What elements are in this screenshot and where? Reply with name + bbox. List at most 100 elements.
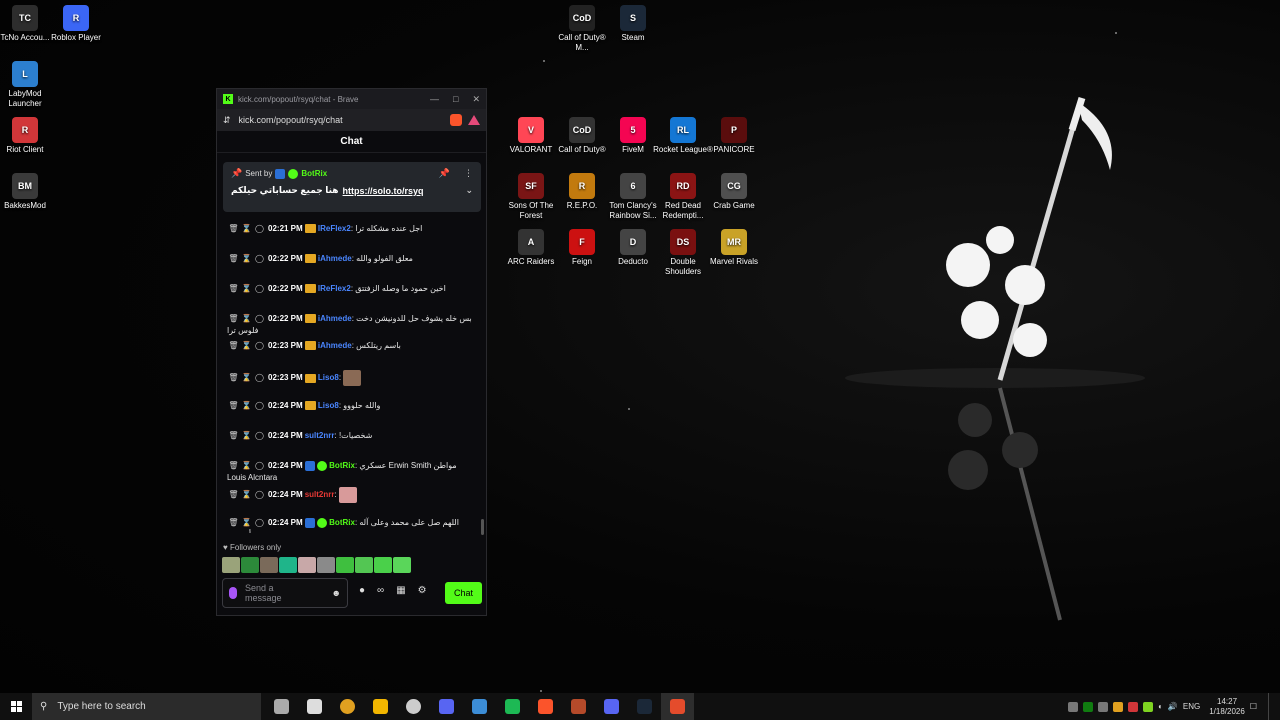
- notifications-icon[interactable]: ☐: [1250, 702, 1257, 711]
- chat-message[interactable]: 🗑 ⌛ ◯ 02:24 PM BotRix: مواطن Erwin Smith عس…: [217, 460, 483, 484]
- trash-icon[interactable]: 🗑: [227, 372, 240, 384]
- timeout-icon[interactable]: ⌛: [240, 223, 253, 235]
- message-username[interactable]: lReFlex2: [318, 284, 351, 293]
- timeout-icon[interactable]: ⌛: [240, 340, 253, 352]
- ban-icon[interactable]: ◯: [253, 253, 266, 265]
- taskbar-app-button[interactable]: [331, 693, 364, 720]
- desktop-icon-marvel-rivals[interactable]: MR Marvel Rivals: [703, 229, 765, 267]
- network-icon[interactable]: ◐: [1158, 702, 1163, 711]
- ban-icon[interactable]: ◯: [253, 517, 266, 529]
- volume-icon[interactable]: 🔊: [1168, 702, 1178, 711]
- ban-icon[interactable]: ◯: [253, 283, 266, 295]
- pinned-username[interactable]: BotRix: [301, 169, 327, 178]
- emote-button[interactable]: [298, 557, 316, 573]
- brave-rewards-icon[interactable]: [468, 115, 480, 125]
- message-username[interactable]: BotRix: [329, 461, 355, 470]
- chat-message[interactable]: 🗑 ⌛ ◯ 02:22 PM iAhmede: معلق الفولو والله: [217, 253, 483, 275]
- send-chat-button[interactable]: Chat: [445, 582, 482, 604]
- emote-button[interactable]: [374, 557, 392, 573]
- taskbar-app-button[interactable]: [628, 693, 661, 720]
- language-indicator[interactable]: ENG: [1183, 702, 1200, 711]
- timeout-icon[interactable]: ⌛: [240, 253, 253, 265]
- ban-icon[interactable]: ◯: [253, 340, 266, 352]
- taskbar-app-button[interactable]: [463, 693, 496, 720]
- message-username[interactable]: lReFlex2: [318, 224, 351, 233]
- ban-icon[interactable]: ◯: [253, 489, 266, 501]
- emote-button[interactable]: [260, 557, 278, 573]
- emote-button[interactable]: [393, 557, 411, 573]
- show-desktop-button[interactable]: [1268, 693, 1272, 720]
- chat-message[interactable]: 🗑 ⌛ ◯ 02:22 PM iAhmede: بس خله يشوف حل للدو…: [217, 313, 483, 337]
- chat-message[interactable]: 🗑 ⌛ ◯ 02:21 PM lReFlex2: اجل عنده مشكله ترا: [217, 223, 483, 245]
- emote-button[interactable]: [241, 557, 259, 573]
- desktop-icon-riot[interactable]: R Riot Client: [0, 117, 56, 155]
- timeout-icon[interactable]: ⌛: [240, 517, 253, 529]
- chat-message[interactable]: 🗑 ⌛ ◯ 02:24 PM sult2nrr:: [217, 487, 483, 509]
- ban-icon[interactable]: ◯: [253, 223, 266, 235]
- chat-message[interactable]: 🗑 ⌛ ◯ 02:22 PM lReFlex2: اخين حمود ما وصله …: [217, 283, 483, 305]
- taskbar-app-button[interactable]: [496, 693, 529, 720]
- taskbar-app-button[interactable]: [595, 693, 628, 720]
- xbox-icon[interactable]: [1083, 701, 1094, 712]
- message-username[interactable]: iAhmede: [318, 341, 352, 350]
- minimize-icon[interactable]: —: [430, 94, 439, 105]
- ban-icon[interactable]: ◯: [253, 313, 266, 325]
- microphone-icon[interactable]: [229, 587, 237, 599]
- pinned-link[interactable]: https://solo.to/rsyq: [343, 186, 424, 196]
- chat-message[interactable]: 🗑 ⌛ ◯ 02:24 PM Liso8: والله حلووو: [217, 400, 483, 422]
- taskbar-app-button[interactable]: [562, 693, 595, 720]
- message-username[interactable]: sult2nrr: [305, 490, 335, 499]
- trash-icon[interactable]: 🗑: [227, 223, 240, 235]
- tray-app-icon[interactable]: [1068, 701, 1079, 712]
- taskbar-app-button[interactable]: [397, 693, 430, 720]
- search-placeholder[interactable]: Type here to search: [57, 701, 145, 712]
- trash-icon[interactable]: 🗑: [227, 340, 240, 352]
- pinned-message[interactable]: 📌 Sent by BotRix 📌 ⋮ هنا جميع حساباتي حي…: [223, 162, 481, 212]
- window-titlebar[interactable]: K kick.com/popout/rsyq/chat - Brave — □ …: [217, 89, 486, 109]
- desktop-icon-crab-game[interactable]: CG Crab Game: [703, 173, 765, 211]
- trash-icon[interactable]: 🗑: [227, 460, 240, 472]
- trash-icon[interactable]: 🗑: [227, 430, 240, 442]
- chat-messages[interactable]: 🗑 ⌛ ◯ 02:21 PM lReFlex2: اجل عنده مشكله ترا…: [217, 223, 483, 533]
- message-username[interactable]: sult2nrr: [305, 431, 335, 440]
- ban-icon[interactable]: ◯: [253, 400, 266, 412]
- gift-icon[interactable]: ▦: [396, 585, 405, 596]
- desktop-icon-bakkesmod[interactable]: BM BakkesMod: [0, 173, 56, 211]
- settings-icon[interactable]: ⚙: [418, 585, 427, 596]
- trash-icon[interactable]: 🗑: [227, 253, 240, 265]
- site-settings-icon[interactable]: ⇵: [223, 115, 231, 126]
- emote-image[interactable]: [338, 487, 357, 503]
- chat-scrollbar[interactable]: [481, 519, 484, 535]
- emote-button[interactable]: [355, 557, 373, 573]
- taskbar-app-button[interactable]: [298, 693, 331, 720]
- address-bar[interactable]: ⇵ kick.com/popout/rsyq/chat: [217, 109, 486, 131]
- chevron-down-icon[interactable]: ⌄: [465, 185, 473, 196]
- emoji-icon[interactable]: ☻: [332, 588, 341, 598]
- emote-button[interactable]: [222, 557, 240, 573]
- desktop-icon-labymod[interactable]: L LabyMod Launcher: [0, 61, 56, 109]
- more-options-icon[interactable]: ⋮: [464, 168, 473, 179]
- taskbar-search[interactable]: ⚲ Type here to search: [32, 693, 261, 720]
- timeout-icon[interactable]: ⌛: [240, 313, 253, 325]
- chat-message[interactable]: 🗑 ⌛ ◯ 02:24 PM sult2nrr: شخصيات!: [217, 430, 483, 452]
- timeout-icon[interactable]: ⌛: [240, 283, 253, 295]
- timeout-icon[interactable]: ⌛: [240, 400, 253, 412]
- chat-message[interactable]: 🗑 ⌛ ◯ 02:24 PM BotRix: اللهم صل على محمد وع…: [217, 517, 483, 533]
- message-username[interactable]: iAhmede: [318, 314, 352, 323]
- emote-button[interactable]: [336, 557, 354, 573]
- url-text[interactable]: kick.com/popout/rsyq/chat: [239, 115, 343, 125]
- desktop-icon-steam[interactable]: S Steam: [602, 5, 664, 43]
- ban-icon[interactable]: ◯: [253, 460, 266, 472]
- start-button[interactable]: [0, 693, 32, 720]
- message-input[interactable]: Send a message ☻: [222, 578, 348, 608]
- emote-button[interactable]: [279, 557, 297, 573]
- message-username[interactable]: BotRix: [329, 518, 355, 527]
- tray-app-icon[interactable]: [1098, 701, 1109, 712]
- emote-image[interactable]: [343, 370, 362, 386]
- trash-icon[interactable]: 🗑: [227, 313, 240, 325]
- trash-icon[interactable]: 🗑: [227, 489, 240, 501]
- taskbar-app-button[interactable]: [265, 693, 298, 720]
- chat-message[interactable]: 🗑 ⌛ ◯ 02:23 PM iAhmede: باسم ريتلكس: [217, 340, 483, 362]
- trash-icon[interactable]: 🗑: [227, 517, 240, 529]
- taskbar-app-button[interactable]: [430, 693, 463, 720]
